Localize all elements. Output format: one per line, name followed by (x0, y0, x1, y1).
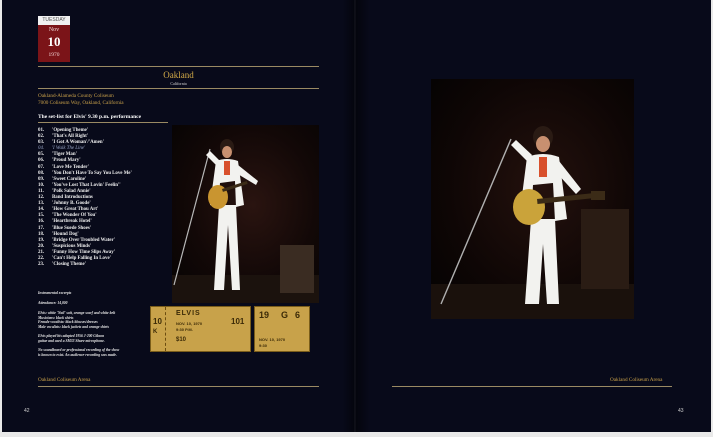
state-subtitle: California (170, 81, 187, 86)
page-number-left: 42 (24, 408, 30, 414)
footer-venue-right: Oakland Coliseum Arena (610, 377, 663, 383)
ticket-1-seat: K (153, 329, 158, 335)
concert-photo-large (431, 79, 634, 319)
ticket-2-row: 6 (295, 310, 301, 320)
ticket-2-time: 9:30 (259, 343, 268, 348)
venue-block: Oakland-Alameda County Coliseum 7000 Col… (38, 93, 124, 106)
footer-rule-left (38, 386, 319, 387)
ticket-2-date: NOV. 10, 1970 (259, 337, 286, 342)
gutter-shadow-left (342, 0, 356, 432)
right-page: Oakland Coliseum Arena 43 (356, 0, 711, 432)
outfit-elvis: Elvis: white 'Nail' suit, orange scarf a… (38, 311, 116, 315)
header-rule-top (38, 66, 319, 67)
date-year: 1970 (48, 52, 60, 58)
ticket-1-date: NOV. 10, 1970 (176, 321, 203, 326)
ticket-1-price: $10 (176, 337, 187, 343)
attendance-note: Attendance: 14,000 (38, 301, 68, 305)
recording-line-2: is known to exist. An audience-recording… (38, 352, 117, 357)
ticket-1-section: 101 (231, 317, 245, 326)
page-number-right: 43 (678, 408, 684, 414)
ticket-2-section: 19 (259, 310, 270, 320)
date-month: Nov (48, 27, 60, 33)
recording-line-1: No soundboard or professional recording … (38, 348, 120, 352)
book-spread: TUESDAY Nov 10 1970 Oakland California O… (2, 0, 711, 432)
city-title: Oakland (163, 70, 194, 80)
concert-photo-small (172, 125, 319, 303)
concert-ticket-2: 19 G 6 NOV. 10, 1970 9:30 (254, 306, 310, 352)
gutter-shadow-right (356, 0, 370, 432)
setlist-number: 23. (38, 262, 45, 268)
ticket-2-seat: G (281, 310, 289, 320)
guitar-note: Elvis played his adapted 1956 J-200 Gibs… (38, 334, 105, 343)
concert-ticket-1: 10 K ELVIS NOV. 10, 1970 9:30 P.M. $10 1… (150, 306, 251, 352)
guitar-line-2: guitar and used a SM33 Shure microphone. (38, 338, 105, 343)
setlist-song: 'Closing Theme' (52, 262, 87, 268)
guitar-line-1: Elvis played his adapted 1956 J-200 Gibs… (38, 334, 105, 338)
ticket-1-artist: ELVIS (176, 310, 201, 317)
ticket-1-row: 10 (153, 317, 162, 326)
outfit-male-vocalists: Male vocalists: black jackets and orange… (38, 325, 109, 330)
venue-name: Oakland-Alameda County Coliseum (38, 93, 114, 99)
outfits-note: Elvis: white 'Nail' suit, orange scarf a… (38, 311, 115, 330)
date-box: TUESDAY Nov 10 1970 (38, 16, 70, 62)
setlist-rule (38, 122, 168, 123)
footer-rule-right (392, 386, 672, 387)
ticket-1-time: 9:30 P.M. (176, 327, 193, 332)
recording-note: No soundboard or professional recording … (38, 348, 119, 357)
instrumental-note: Instrumental excerpts (38, 291, 72, 295)
footer-venue-left: Oakland Coliseum Arena (38, 377, 91, 383)
header-rule-bottom (38, 88, 319, 89)
date-day: 10 (47, 34, 61, 49)
setlist-title: The set-list for Elvis' 9.30 p.m. perfor… (38, 114, 142, 120)
left-page: TUESDAY Nov 10 1970 Oakland California O… (2, 0, 354, 432)
date-weekday: TUESDAY (38, 16, 70, 25)
venue-address: 7000 Coliseum Way, Oakland, California (38, 99, 124, 106)
setlist: 01. 'Opening Theme' 02. 'That's All Right' 0… (38, 128, 132, 268)
setlist-item: 23. 'Closing Theme' (38, 262, 132, 268)
